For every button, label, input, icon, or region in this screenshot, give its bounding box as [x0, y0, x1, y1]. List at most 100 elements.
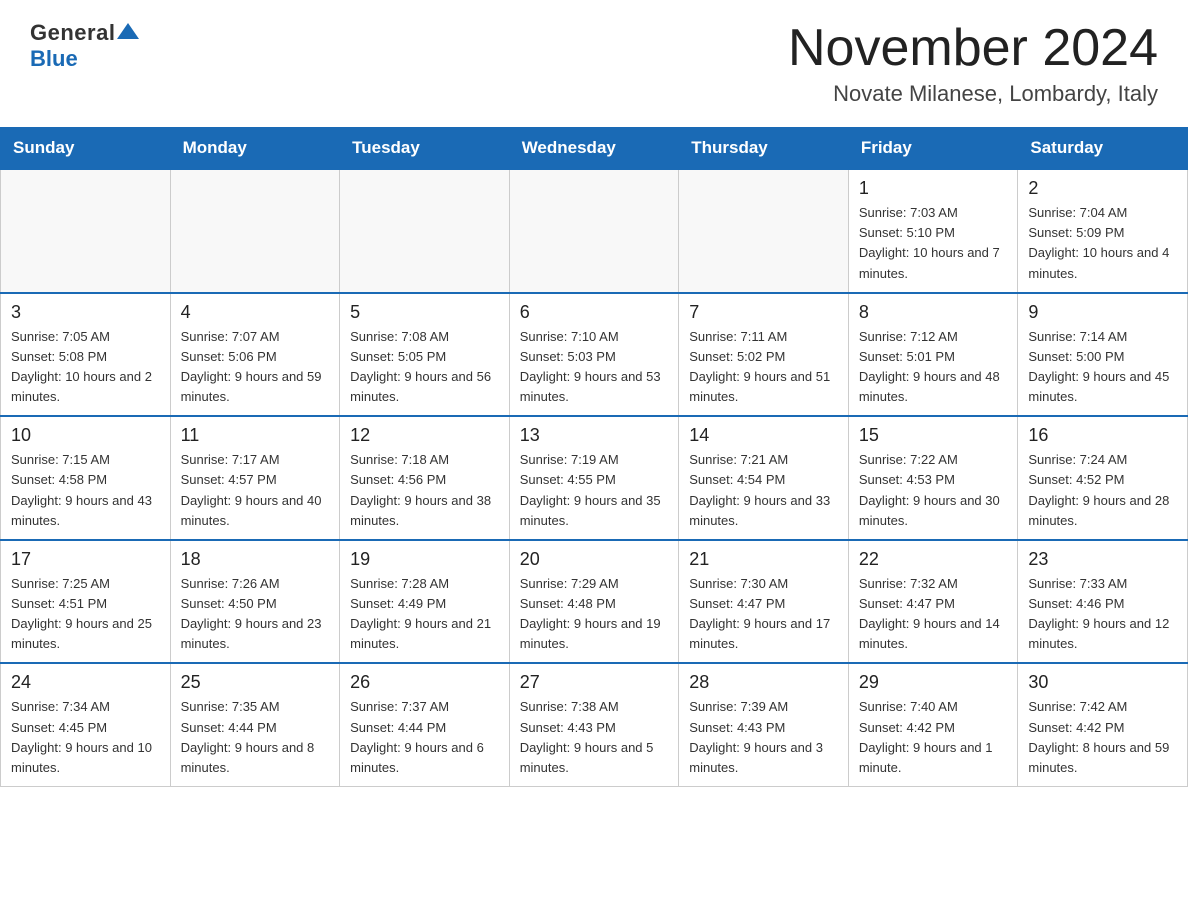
logo-general-text: General [30, 20, 115, 46]
day-number: 15 [859, 425, 1008, 446]
day-number: 16 [1028, 425, 1177, 446]
day-number: 30 [1028, 672, 1177, 693]
calendar-cell: 21 Sunrise: 7:30 AMSunset: 4:47 PMDayligh… [679, 540, 849, 664]
logo: General Blue [30, 20, 139, 72]
day-number: 19 [350, 549, 499, 570]
day-info: Sunrise: 7:39 AMSunset: 4:43 PMDaylight:… [689, 697, 838, 778]
day-number: 23 [1028, 549, 1177, 570]
location-title: Novate Milanese, Lombardy, Italy [788, 81, 1158, 107]
day-number: 8 [859, 302, 1008, 323]
calendar-cell: 1Sunrise: 7:03 AMSunset: 5:10 PMDaylight… [848, 169, 1018, 293]
logo-blue-text: Blue [30, 46, 78, 72]
day-number: 1 [859, 178, 1008, 199]
day-number: 13 [520, 425, 669, 446]
calendar-cell: 28 Sunrise: 7:39 AMSunset: 4:43 PMDayligh… [679, 663, 849, 786]
day-info: Sunrise: 7:15 AMSunset: 4:58 PMDaylight:… [11, 450, 160, 531]
day-info: Sunrise: 7:05 AMSunset: 5:08 PMDaylight:… [11, 327, 160, 408]
day-info: Sunrise: 7:19 AMSunset: 4:55 PMDaylight:… [520, 450, 669, 531]
title-section: November 2024 Novate Milanese, Lombardy,… [788, 20, 1158, 107]
calendar-cell [340, 169, 510, 293]
day-number: 2 [1028, 178, 1177, 199]
day-info: Sunrise: 7:34 AMSunset: 4:45 PMDaylight:… [11, 697, 160, 778]
day-number: 24 [11, 672, 160, 693]
calendar-cell: 11Sunrise: 7:17 AMSunset: 4:57 PMDayligh… [170, 416, 340, 540]
calendar-cell [509, 169, 679, 293]
day-info: Sunrise: 7:37 AMSunset: 4:44 PMDaylight:… [350, 697, 499, 778]
calendar-cell: 6Sunrise: 7:10 AMSunset: 5:03 PMDaylight… [509, 293, 679, 417]
calendar-cell: 8 Sunrise: 7:12 AMSunset: 5:01 PMDaylight… [848, 293, 1018, 417]
logo-icon [117, 21, 139, 43]
calendar-cell: 22 Sunrise: 7:32 AMSunset: 4:47 PMDayligh… [848, 540, 1018, 664]
day-info: Sunrise: 7:40 AMSunset: 4:42 PMDaylight:… [859, 697, 1008, 778]
calendar-week-4: 17 Sunrise: 7:25 AMSunset: 4:51 PMDayligh… [1, 540, 1188, 664]
day-info: Sunrise: 7:14 AMSunset: 5:00 PMDaylight:… [1028, 327, 1177, 408]
day-info: Sunrise: 7:25 AMSunset: 4:51 PMDaylight:… [11, 574, 160, 655]
weekday-header-wednesday: Wednesday [509, 128, 679, 170]
weekday-header-thursday: Thursday [679, 128, 849, 170]
day-number: 28 [689, 672, 838, 693]
calendar-cell: 26 Sunrise: 7:37 AMSunset: 4:44 PMDayligh… [340, 663, 510, 786]
day-number: 18 [181, 549, 330, 570]
day-number: 14 [689, 425, 838, 446]
day-info: Sunrise: 7:18 AMSunset: 4:56 PMDaylight:… [350, 450, 499, 531]
month-title: November 2024 [788, 20, 1158, 77]
day-info: Sunrise: 7:24 AMSunset: 4:52 PMDaylight:… [1028, 450, 1177, 531]
weekday-header-monday: Monday [170, 128, 340, 170]
day-info: Sunrise: 7:35 AMSunset: 4:44 PMDaylight:… [181, 697, 330, 778]
day-info: Sunrise: 7:32 AMSunset: 4:47 PMDaylight:… [859, 574, 1008, 655]
day-info: Sunrise: 7:33 AMSunset: 4:46 PMDaylight:… [1028, 574, 1177, 655]
calendar-cell: 13 Sunrise: 7:19 AMSunset: 4:55 PMDayligh… [509, 416, 679, 540]
day-info: Sunrise: 7:30 AMSunset: 4:47 PMDaylight:… [689, 574, 838, 655]
day-info: Sunrise: 7:11 AMSunset: 5:02 PMDaylight:… [689, 327, 838, 408]
day-info: Sunrise: 7:07 AMSunset: 5:06 PMDaylight:… [181, 327, 330, 408]
calendar-cell: 10 Sunrise: 7:15 AMSunset: 4:58 PMDayligh… [1, 416, 171, 540]
day-number: 17 [11, 549, 160, 570]
calendar-cell: 16 Sunrise: 7:24 AMSunset: 4:52 PMDayligh… [1018, 416, 1188, 540]
weekday-header-friday: Friday [848, 128, 1018, 170]
day-info: Sunrise: 7:12 AMSunset: 5:01 PMDaylight:… [859, 327, 1008, 408]
calendar-cell: 4 Sunrise: 7:07 AMSunset: 5:06 PMDaylight… [170, 293, 340, 417]
calendar-cell: 23 Sunrise: 7:33 AMSunset: 4:46 PMDayligh… [1018, 540, 1188, 664]
calendar-cell [1, 169, 171, 293]
calendar-cell [170, 169, 340, 293]
day-number: 5 [350, 302, 499, 323]
page-header: General Blue November 2024 Novate Milane… [0, 0, 1188, 117]
calendar-cell: 25 Sunrise: 7:35 AMSunset: 4:44 PMDayligh… [170, 663, 340, 786]
calendar-week-3: 10 Sunrise: 7:15 AMSunset: 4:58 PMDayligh… [1, 416, 1188, 540]
day-number: 22 [859, 549, 1008, 570]
calendar-week-1: 1Sunrise: 7:03 AMSunset: 5:10 PMDaylight… [1, 169, 1188, 293]
calendar-table: SundayMondayTuesdayWednesdayThursdayFrid… [0, 127, 1188, 787]
day-number: 6 [520, 302, 669, 323]
day-number: 10 [11, 425, 160, 446]
day-info: Sunrise: 7:29 AMSunset: 4:48 PMDaylight:… [520, 574, 669, 655]
calendar-cell: 30 Sunrise: 7:42 AMSunset: 4:42 PMDayligh… [1018, 663, 1188, 786]
calendar-cell: 7 Sunrise: 7:11 AMSunset: 5:02 PMDaylight… [679, 293, 849, 417]
day-number: 7 [689, 302, 838, 323]
calendar-cell: 17 Sunrise: 7:25 AMSunset: 4:51 PMDayligh… [1, 540, 171, 664]
day-info: Sunrise: 7:38 AMSunset: 4:43 PMDaylight:… [520, 697, 669, 778]
day-number: 26 [350, 672, 499, 693]
day-info: Sunrise: 7:28 AMSunset: 4:49 PMDaylight:… [350, 574, 499, 655]
day-number: 25 [181, 672, 330, 693]
calendar-cell: 24 Sunrise: 7:34 AMSunset: 4:45 PMDayligh… [1, 663, 171, 786]
calendar-cell: 5 Sunrise: 7:08 AMSunset: 5:05 PMDaylight… [340, 293, 510, 417]
day-info: Sunrise: 7:42 AMSunset: 4:42 PMDaylight:… [1028, 697, 1177, 778]
weekday-header-sunday: Sunday [1, 128, 171, 170]
calendar-cell: 9Sunrise: 7:14 AMSunset: 5:00 PMDaylight… [1018, 293, 1188, 417]
calendar-cell: 3Sunrise: 7:05 AMSunset: 5:08 PMDaylight… [1, 293, 171, 417]
day-info: Sunrise: 7:22 AMSunset: 4:53 PMDaylight:… [859, 450, 1008, 531]
day-number: 4 [181, 302, 330, 323]
day-number: 21 [689, 549, 838, 570]
calendar-cell: 2Sunrise: 7:04 AMSunset: 5:09 PMDaylight… [1018, 169, 1188, 293]
calendar-body: 1Sunrise: 7:03 AMSunset: 5:10 PMDaylight… [1, 169, 1188, 786]
calendar-cell [679, 169, 849, 293]
calendar-cell: 20 Sunrise: 7:29 AMSunset: 4:48 PMDayligh… [509, 540, 679, 664]
day-info: Sunrise: 7:08 AMSunset: 5:05 PMDaylight:… [350, 327, 499, 408]
day-number: 12 [350, 425, 499, 446]
calendar-cell: 14 Sunrise: 7:21 AMSunset: 4:54 PMDayligh… [679, 416, 849, 540]
day-number: 20 [520, 549, 669, 570]
weekday-header-saturday: Saturday [1018, 128, 1188, 170]
day-number: 27 [520, 672, 669, 693]
day-info: Sunrise: 7:21 AMSunset: 4:54 PMDaylight:… [689, 450, 838, 531]
calendar-week-2: 3Sunrise: 7:05 AMSunset: 5:08 PMDaylight… [1, 293, 1188, 417]
